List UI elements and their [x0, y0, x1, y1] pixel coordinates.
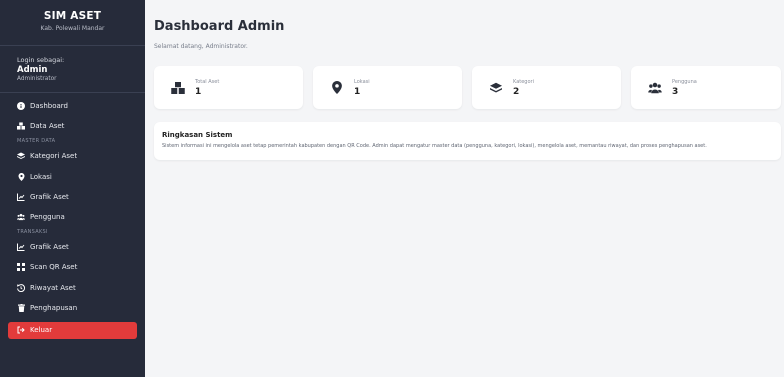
info-circle-icon [17, 102, 25, 111]
sidebar-item-label: Penghapusan [30, 303, 78, 312]
page-title: Dashboard Admin [154, 19, 285, 34]
stat-label: Total Aset [195, 78, 220, 85]
stat-card-kategori: Kategori 2 [472, 66, 621, 109]
stat-value: 1 [195, 86, 202, 97]
line-chart-icon [17, 243, 25, 252]
stat-value: 1 [354, 86, 361, 97]
sidebar-item-data-aset[interactable]: Data Aset [0, 116, 145, 136]
stat-label: Lokasi [354, 78, 370, 85]
stat-value: 3 [672, 86, 679, 97]
logout-icon [17, 326, 25, 334]
sidebar: SIM ASET Kab. Polewali Mandar Login seba… [0, 0, 145, 377]
sidebar-item-lokasi[interactable]: Lokasi [0, 167, 145, 187]
stat-label: Pengguna [672, 78, 697, 85]
sidebar-item-grafik-aset[interactable]: Grafik Aset [0, 187, 145, 207]
history-icon [17, 283, 25, 292]
stat-card-total-aset: Total Aset 1 [154, 66, 303, 109]
login-info: Login sebagai: Admin Administrator [0, 46, 145, 93]
sidebar-item-label: Grafik Aset [30, 243, 69, 252]
sidebar-item-label: Lokasi [30, 172, 52, 181]
stat-card-pengguna: Pengguna 3 [631, 66, 781, 109]
stat-value: 2 [513, 86, 520, 97]
map-pin-icon [17, 172, 25, 181]
layers-icon [488, 80, 504, 96]
logout-button[interactable]: Keluar [8, 321, 137, 339]
login-user: Admin [17, 65, 48, 75]
section-master-data: MASTER DATA [17, 138, 56, 145]
line-chart-icon [17, 193, 25, 201]
sidebar-item-scan-qr-aset[interactable]: Scan QR Aset [0, 257, 145, 277]
stat-card-lokasi: Lokasi 1 [313, 66, 462, 109]
sidebar-item-label: Grafik Aset [30, 192, 69, 201]
trash-icon [17, 303, 25, 312]
sidebar-item-pengguna[interactable]: Pengguna [0, 207, 145, 227]
login-label: Login sebagai: [17, 56, 65, 64]
users-icon [647, 80, 663, 96]
boxes-icon [17, 122, 25, 130]
summary-text: Sistem informasi ini mengelola aset teta… [162, 143, 707, 149]
sidebar-item-label: Scan QR Aset [30, 263, 78, 272]
sidebar-item-label: Riwayat Aset [30, 283, 76, 292]
brand-title: SIM ASET [43, 10, 102, 22]
users-icon [17, 213, 25, 221]
summary-title: Ringkasan Sistem [162, 131, 233, 139]
sidebar-item-riwayat-aset[interactable]: Riwayat Aset [0, 278, 145, 298]
map-pin-icon [329, 80, 345, 96]
logout-label: Keluar [30, 326, 53, 335]
sidebar-item-label: Data Aset [30, 122, 65, 131]
sidebar-item-label: Kategori Aset [30, 152, 78, 161]
summary-card: Ringkasan Sistem Sistem informasi ini me… [154, 122, 781, 160]
login-role: Administrator [17, 76, 57, 82]
main-content: Dashboard Admin Selamat datang, Administ… [145, 0, 784, 377]
stat-label: Kategori [513, 78, 534, 85]
sidebar-item-penghapusan[interactable]: Penghapusan [0, 298, 145, 318]
sidebar-item-label: Pengguna [30, 213, 65, 222]
sidebar-item-label: Dashboard [30, 102, 68, 111]
page-subtitle: Selamat datang, Administrator. [154, 43, 248, 50]
layers-icon [17, 152, 25, 160]
brand-subtitle: Kab. Polewali Mandar [40, 25, 105, 32]
brand: SIM ASET Kab. Polewali Mandar [0, 0, 145, 46]
section-transaksi: TRANSAKSI [17, 229, 48, 236]
qr-code-icon [17, 263, 25, 272]
sidebar-menu: Dashboard Data Aset MASTER DATA Kategori… [0, 96, 145, 339]
sidebar-item-dashboard[interactable]: Dashboard [0, 96, 145, 116]
boxes-icon [170, 80, 186, 96]
sidebar-item-kategori-aset[interactable]: Kategori Aset [0, 146, 145, 166]
sidebar-item-grafik-aset-transaksi[interactable]: Grafik Aset [0, 237, 145, 257]
